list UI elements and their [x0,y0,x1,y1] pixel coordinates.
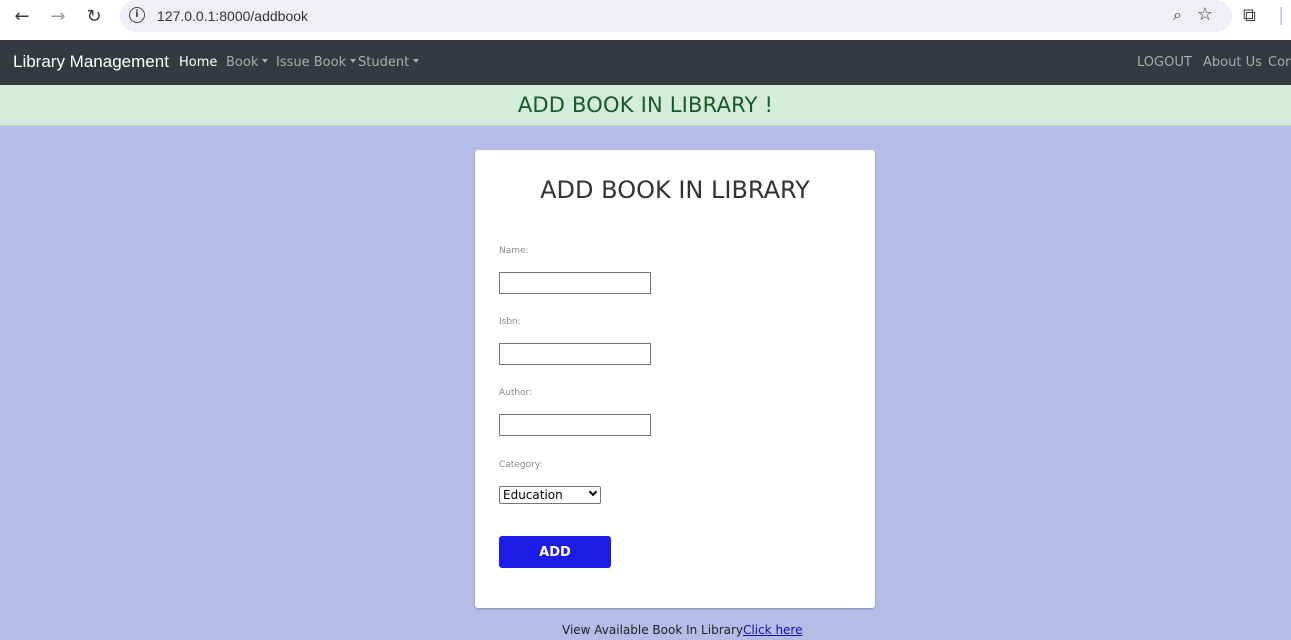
add-book-card: ADD BOOK IN LIBRARY Name: Isbn: Author: … [475,150,875,608]
isbn-input[interactable] [499,343,651,365]
nav-logout[interactable]: LOGOUT [1137,55,1192,70]
extensions-icon[interactable]: ⧉ [1243,5,1256,26]
nav-home-label: Home [179,55,218,70]
caret-down-icon [350,59,357,63]
chevron-down-icon [588,487,598,497]
nav-contact[interactable]: Con [1268,55,1291,70]
address-bar[interactable]: i 127.0.0.1:8000/addbook ⌕ ☆ [120,0,1232,32]
name-label: Name: [499,246,529,256]
caret-down-icon [413,59,420,63]
browser-toolbar: ← → ↻ i 127.0.0.1:8000/addbook ⌕ ☆ ⧉ [0,0,1291,40]
form-title: ADD BOOK IN LIBRARY [540,176,810,204]
banner-text: ADD BOOK IN LIBRARY ! [517,93,774,117]
nav-student-dropdown[interactable]: Student [358,55,420,70]
nav-home[interactable]: Home [179,55,217,70]
bookmark-star-icon[interactable]: ☆ [1197,4,1213,25]
nav-book-dropdown[interactable]: Book [226,55,269,70]
view-books-line: View Available Book In LibraryClick here [562,623,802,637]
navbar: Library Management Home Book Issue Book … [0,40,1291,85]
success-banner: ADD BOOK IN LIBRARY ! [0,85,1291,126]
nav-book-label: Book [226,55,259,70]
url-text[interactable]: 127.0.0.1:8000/addbook [157,8,308,24]
category-select[interactable]: Education [499,486,601,504]
nav-student-label: Student [358,55,410,70]
navbar-brand[interactable]: Library Management [13,52,169,72]
name-input[interactable] [499,272,651,294]
add-button[interactable]: ADD [499,536,611,568]
author-label: Author: [499,388,533,398]
click-here-link[interactable]: Click here [743,623,802,637]
author-input[interactable] [499,414,651,436]
profile-divider [1280,7,1282,25]
zoom-icon[interactable]: ⌕ [1173,5,1182,25]
isbn-label: Isbn: [499,317,521,327]
caret-down-icon [262,59,269,63]
site-info-icon[interactable]: i [129,7,145,23]
category-selected-value: Education [503,488,563,502]
nav-issue-book-label: Issue Book [276,55,347,70]
reload-icon[interactable]: ↻ [80,4,108,28]
category-label: Category: [499,460,543,470]
nav-about-us[interactable]: About Us [1203,55,1262,70]
view-books-text: View Available Book In Library [562,623,744,637]
back-icon[interactable]: ← [8,4,36,28]
forward-icon[interactable]: → [44,4,72,28]
nav-issue-book-dropdown[interactable]: Issue Book [276,55,357,70]
